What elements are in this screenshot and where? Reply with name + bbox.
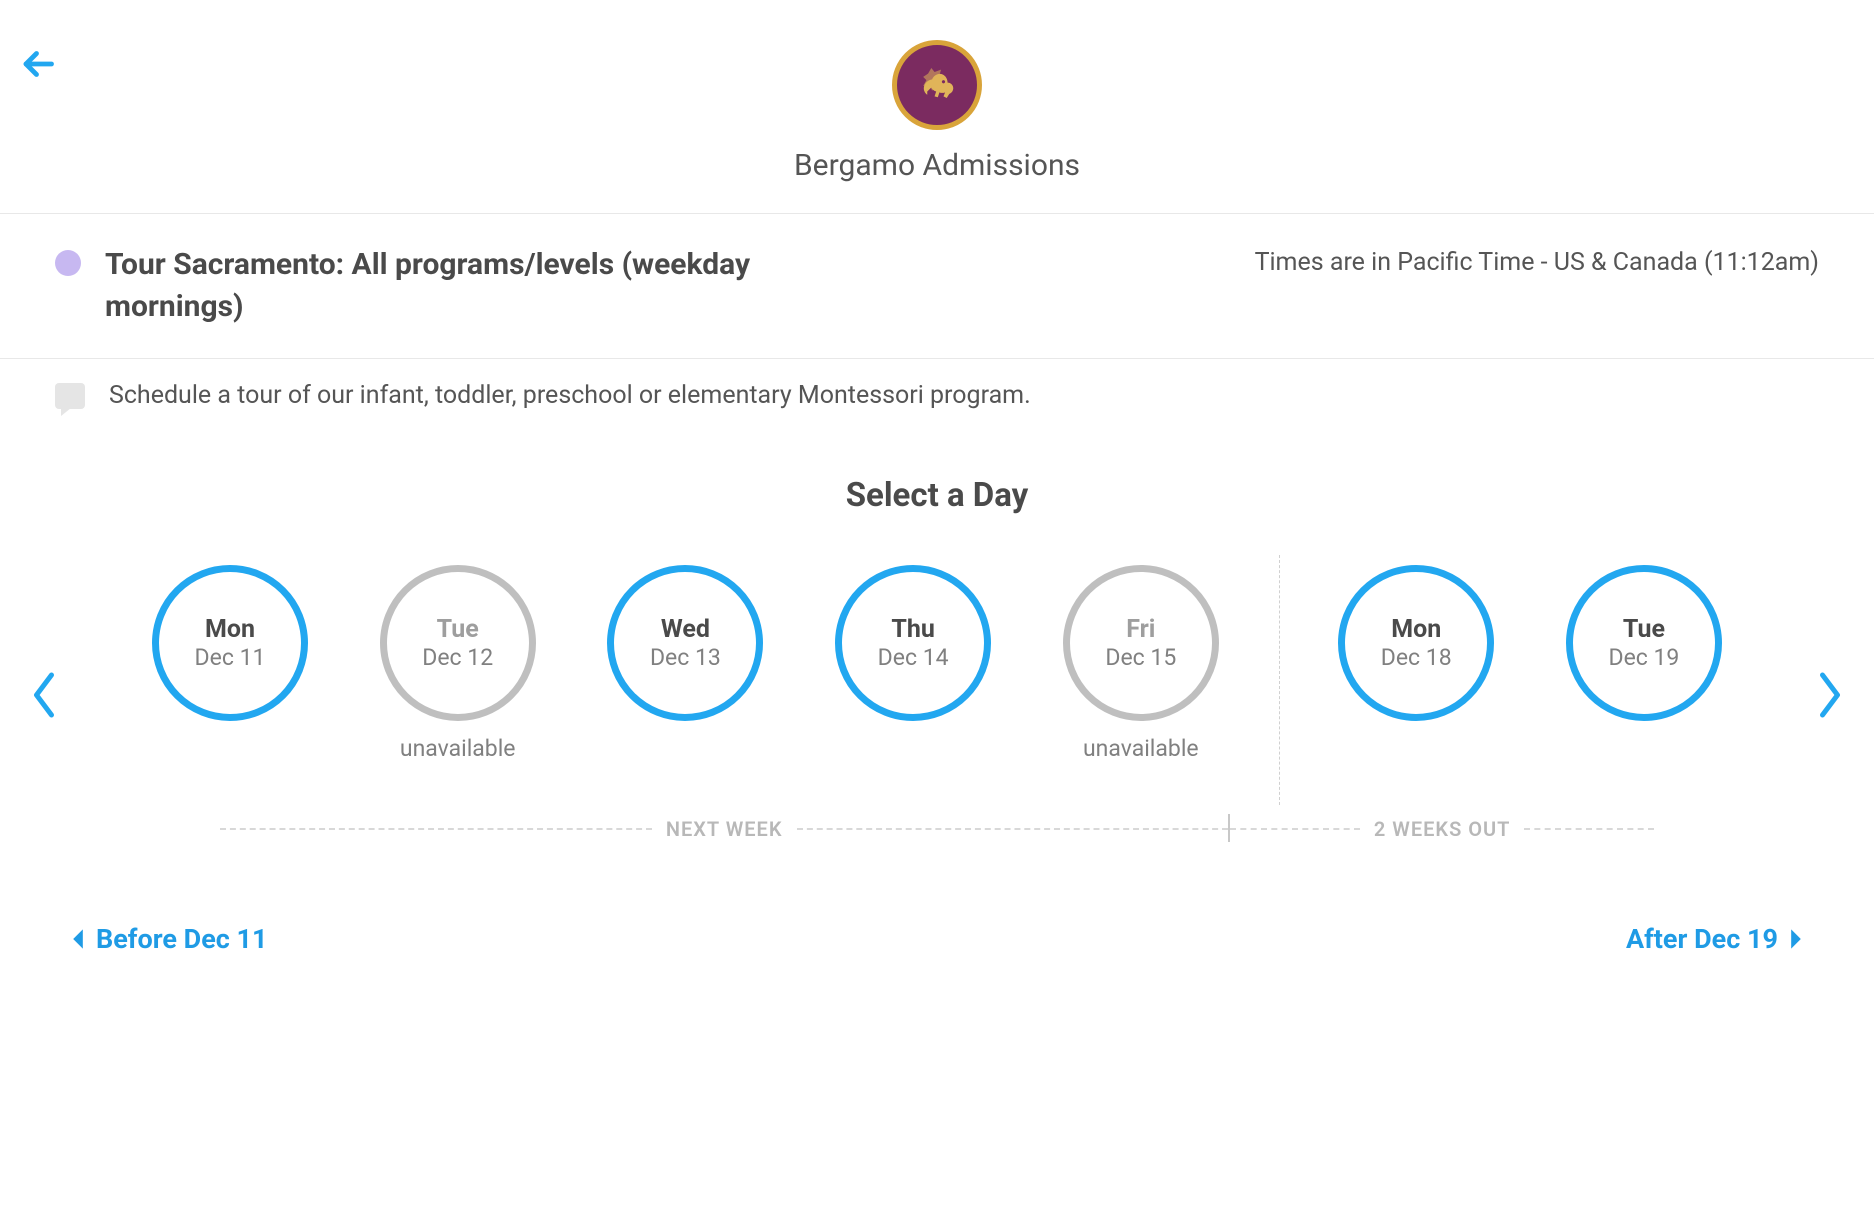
next-days-button[interactable] xyxy=(1810,665,1850,725)
triangle-right-icon xyxy=(1788,927,1804,951)
after-range-label: After Dec 19 xyxy=(1626,923,1778,955)
event-row: Tour Sacramento: All programs/levels (we… xyxy=(0,214,1874,358)
back-button[interactable] xyxy=(18,44,58,84)
timeline-dash xyxy=(220,828,652,830)
timeline-tick xyxy=(1228,814,1230,842)
day-of-week: Mon xyxy=(1391,615,1441,644)
arrow-left-icon xyxy=(20,46,56,82)
day-option-unavailable: TueDec 12 xyxy=(380,565,536,721)
event-color-bullet xyxy=(55,250,81,276)
unavailable-label xyxy=(1554,735,1734,763)
unavailable-label xyxy=(1326,735,1506,763)
day-cell: MonDec 11 xyxy=(140,565,320,763)
before-range-button[interactable]: Before Dec 11 xyxy=(70,923,268,955)
select-day-heading: Select a Day xyxy=(0,420,1874,525)
day-date: Dec 14 xyxy=(878,644,949,671)
day-option[interactable]: MonDec 18 xyxy=(1338,565,1494,721)
day-date: Dec 13 xyxy=(650,644,721,671)
day-of-week: Wed xyxy=(661,615,710,644)
day-of-week: Mon xyxy=(205,615,255,644)
day-cell: MonDec 18 xyxy=(1326,565,1506,763)
unavailable-label xyxy=(823,735,1003,763)
speech-bubble-icon xyxy=(55,383,85,409)
unavailable-label xyxy=(140,735,320,763)
day-cell: WedDec 13 xyxy=(595,565,775,763)
chevron-right-icon xyxy=(1815,670,1845,720)
day-date: Dec 19 xyxy=(1608,644,1679,671)
day-cell: ThuDec 14 xyxy=(823,565,1003,763)
header: Bergamo Admissions xyxy=(0,0,1874,213)
day-option[interactable]: ThuDec 14 xyxy=(835,565,991,721)
timeline-dash xyxy=(1230,828,1360,830)
unavailable-label xyxy=(595,735,775,763)
day-date: Dec 12 xyxy=(422,644,493,671)
timeline-label-next: 2 WEEKS OUT xyxy=(1360,817,1525,841)
day-option-unavailable: FriDec 15 xyxy=(1063,565,1219,721)
day-of-week: Tue xyxy=(1623,615,1665,644)
page-title: Bergamo Admissions xyxy=(20,148,1854,183)
unavailable-label: unavailable xyxy=(1051,735,1231,763)
triangle-left-icon xyxy=(70,927,86,951)
before-range-label: Before Dec 11 xyxy=(96,923,268,955)
timeline-dash xyxy=(797,828,1229,830)
days-row: MonDec 11TueDec 12unavailableWedDec 13Th… xyxy=(80,565,1794,765)
day-of-week: Fri xyxy=(1126,615,1155,644)
unavailable-label: unavailable xyxy=(368,735,548,763)
day-of-week: Thu xyxy=(891,615,935,644)
day-date: Dec 18 xyxy=(1381,644,1452,671)
org-logo xyxy=(892,40,982,130)
day-cell: TueDec 12 unavailable xyxy=(368,565,548,763)
timeline-label-current: NEXT WEEK xyxy=(652,817,797,841)
timeline-dash xyxy=(1524,828,1654,830)
prev-days-button[interactable] xyxy=(24,665,64,725)
event-name: Tour Sacramento: All programs/levels (we… xyxy=(105,244,825,328)
day-option[interactable]: WedDec 13 xyxy=(607,565,763,721)
day-picker: MonDec 11TueDec 12unavailableWedDec 13Th… xyxy=(0,525,1874,853)
lion-icon xyxy=(911,59,963,111)
chevron-left-icon xyxy=(29,670,59,720)
event-left: Tour Sacramento: All programs/levels (we… xyxy=(55,244,1215,328)
day-option[interactable]: MonDec 11 xyxy=(152,565,308,721)
day-cell: TueDec 19 xyxy=(1554,565,1734,763)
week-timeline: NEXT WEEK 2 WEEKS OUT xyxy=(80,765,1794,843)
day-date: Dec 11 xyxy=(195,644,266,671)
timezone-note: Times are in Pacific Time - US & Canada … xyxy=(1255,244,1819,277)
day-date: Dec 15 xyxy=(1105,644,1176,671)
day-option[interactable]: TueDec 19 xyxy=(1566,565,1722,721)
event-description: Schedule a tour of our infant, toddler, … xyxy=(109,381,1031,410)
after-range-button[interactable]: After Dec 19 xyxy=(1626,923,1804,955)
day-cell: FriDec 15 unavailable xyxy=(1051,565,1231,763)
description-row: Schedule a tour of our infant, toddler, … xyxy=(0,359,1874,420)
day-of-week: Tue xyxy=(437,615,479,644)
range-nav: Before Dec 11 After Dec 19 xyxy=(0,853,1874,1005)
